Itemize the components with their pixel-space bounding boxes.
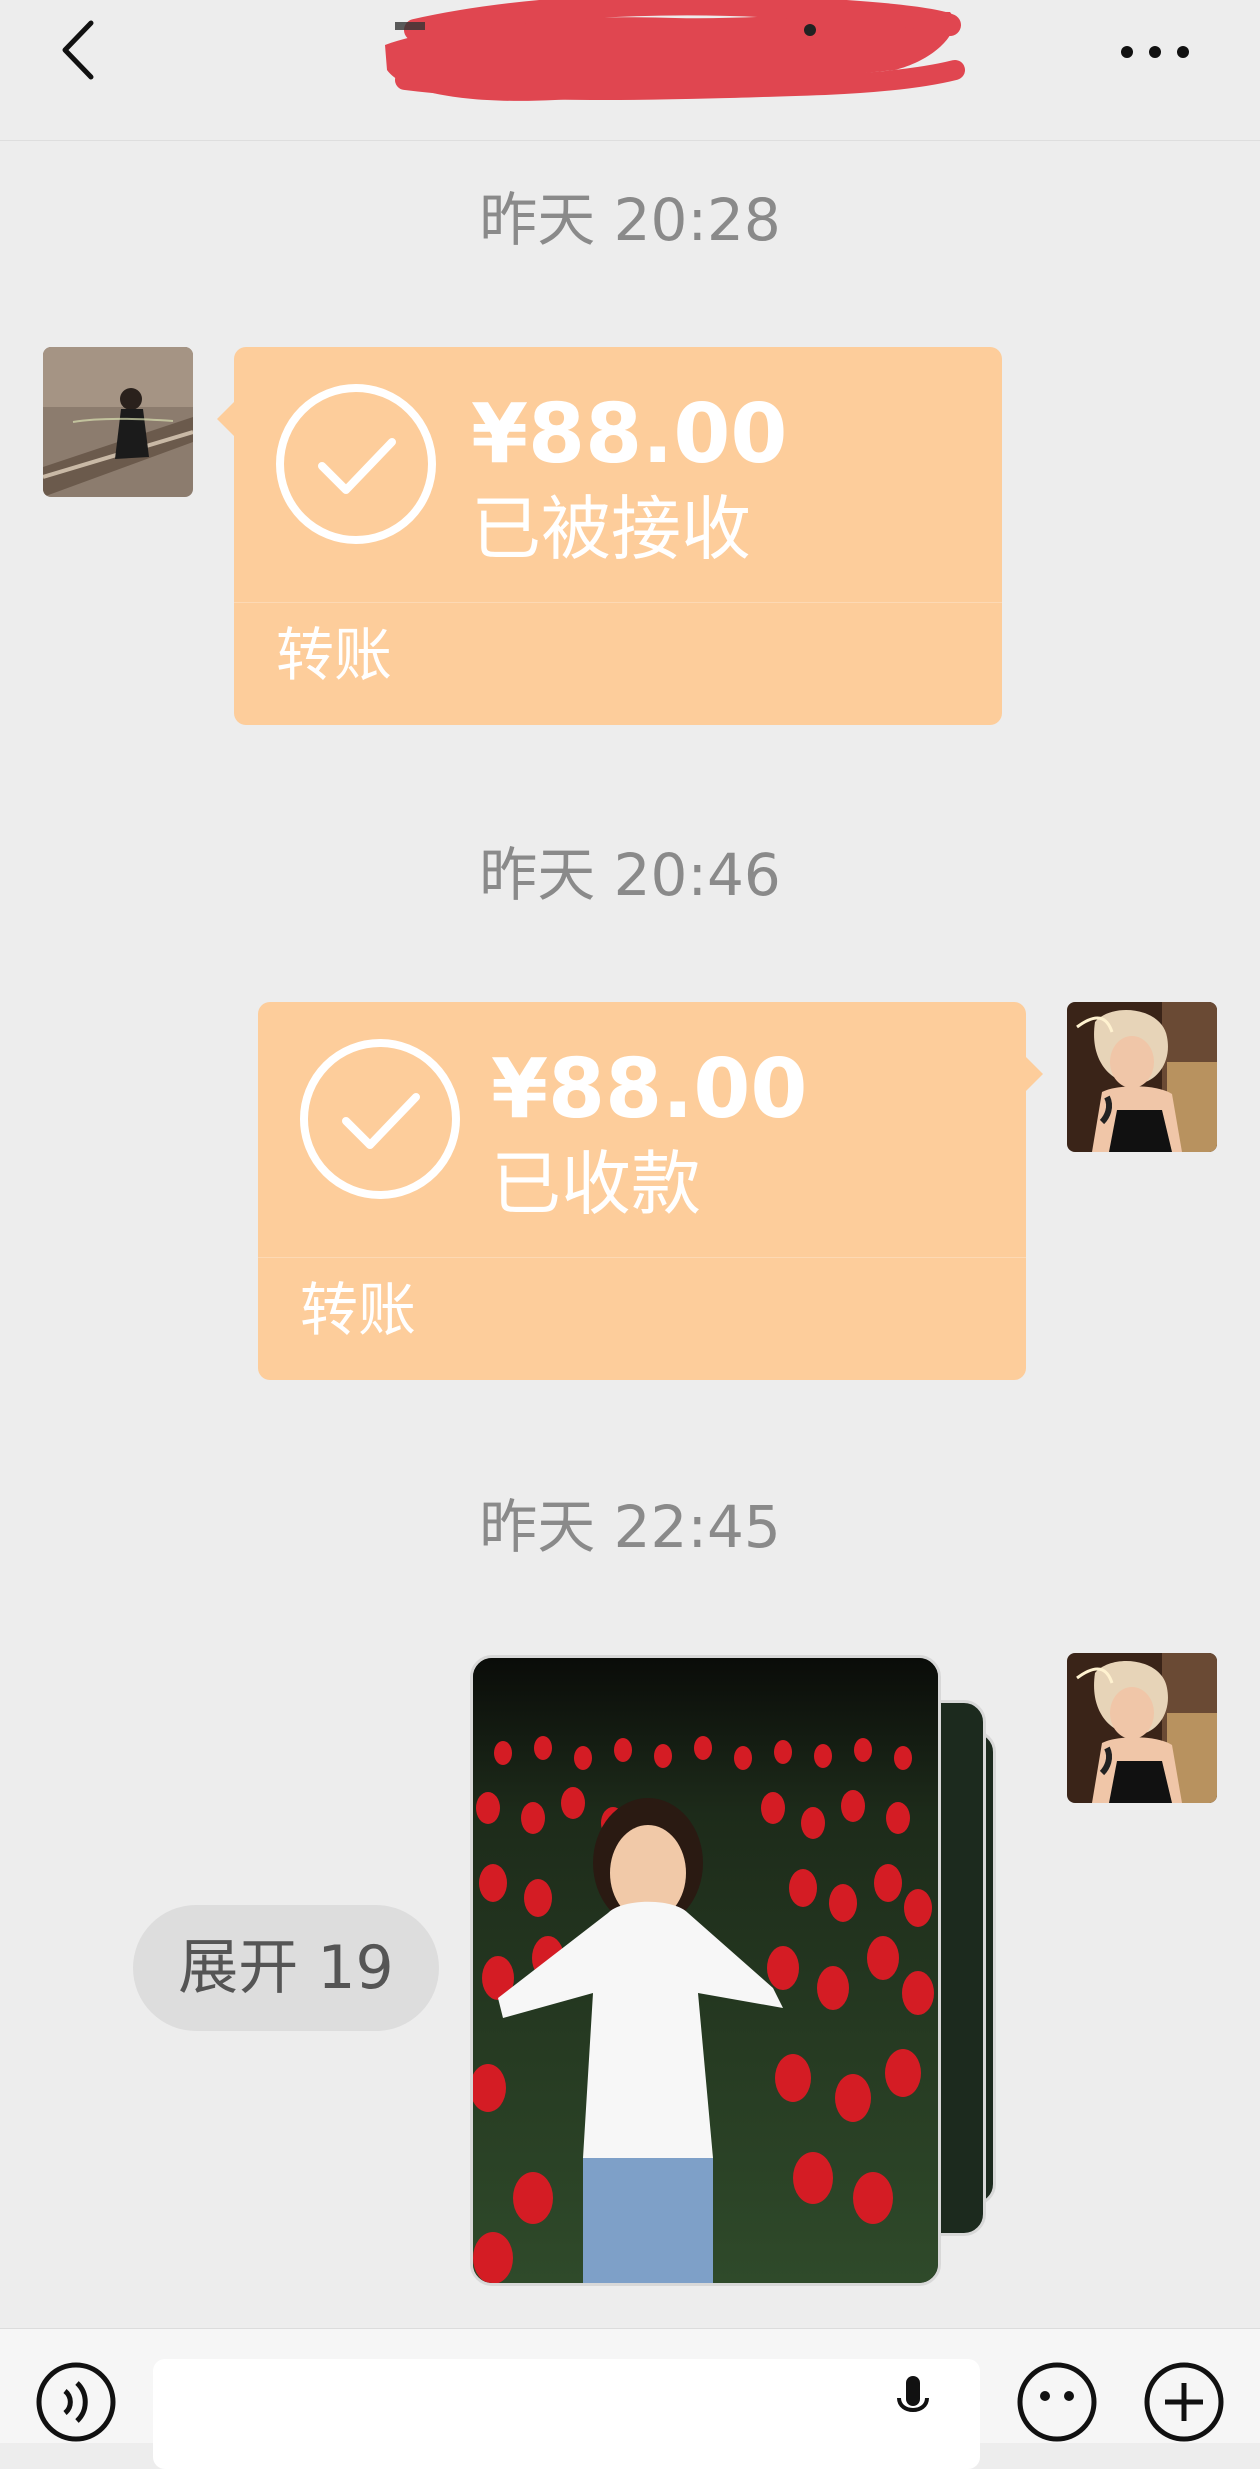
check-circle-icon [276, 384, 436, 544]
photo-thumbnail[interactable] [470, 1655, 941, 2286]
bubble-divider [258, 1257, 1026, 1258]
transfer-status: 已被接收 [471, 488, 751, 570]
expand-images-button[interactable]: 展开 19 [133, 1905, 439, 2031]
transfer-status: 已收款 [491, 1143, 701, 1225]
own-avatar[interactable] [1067, 1653, 1217, 1803]
own-avatar[interactable] [1067, 1002, 1217, 1152]
check-circle-icon [300, 1039, 460, 1199]
more-dots-icon[interactable] [1115, 40, 1195, 64]
redacted-title-scribble [385, 0, 965, 101]
plus-icon[interactable] [1143, 2361, 1225, 2443]
bubble-tail [217, 402, 234, 436]
chat-header [0, 0, 1260, 141]
transfer-amount: ¥88.00 [491, 1042, 808, 1137]
microphone-icon[interactable] [893, 2374, 933, 2434]
transfer-type-label: 转账 [276, 621, 393, 689]
voice-icon[interactable] [35, 2361, 117, 2443]
transfer-type-label: 转账 [300, 1276, 417, 1344]
message-timestamp: 昨天 22:45 [479, 1493, 781, 1561]
bubble-tail [1026, 1057, 1043, 1091]
chevron-left-icon[interactable] [55, 15, 105, 85]
transfer-bubble[interactable]: ¥88.00 已收款 转账 [258, 1002, 1043, 1380]
transfer-amount: ¥88.00 [471, 387, 788, 482]
message-timestamp: 昨天 20:46 [479, 841, 781, 909]
bubble-divider [234, 602, 1002, 603]
emoji-icon[interactable] [1016, 2361, 1098, 2443]
transfer-bubble[interactable]: ¥88.00 已被接收 转账 [217, 347, 1002, 725]
message-input[interactable] [153, 2359, 980, 2469]
contact-avatar[interactable] [43, 347, 193, 497]
input-bar [0, 2328, 1260, 2469]
message-timestamp: 昨天 20:28 [479, 186, 781, 254]
image-stack[interactable] [470, 1655, 1030, 2286]
